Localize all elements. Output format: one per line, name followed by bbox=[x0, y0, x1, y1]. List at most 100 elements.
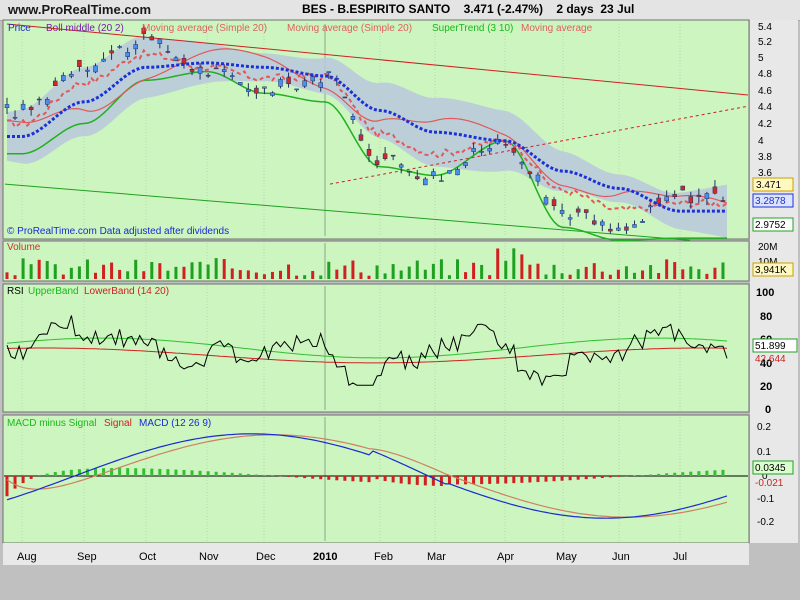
macd-histogram-bar bbox=[351, 476, 355, 482]
macd-histogram-bar bbox=[262, 475, 266, 476]
volume-bar bbox=[166, 270, 170, 279]
candle bbox=[77, 59, 82, 68]
volume-bar bbox=[13, 275, 17, 279]
macd-histogram-bar bbox=[496, 476, 500, 484]
volume-bar bbox=[375, 265, 379, 279]
x-tick-label: Sep bbox=[77, 551, 97, 563]
candle bbox=[254, 87, 259, 94]
candle bbox=[238, 82, 243, 85]
macd-histogram-bar bbox=[69, 469, 73, 476]
macd-histogram-bar bbox=[391, 476, 395, 483]
volume-tick: 20M bbox=[758, 242, 777, 253]
volume-bar bbox=[415, 260, 419, 279]
volume-bar bbox=[632, 272, 636, 279]
stock-chart[interactable]: Price Boll middle (20 2) Moving average … bbox=[0, 0, 800, 600]
macd-histogram-bar bbox=[592, 476, 596, 479]
candle bbox=[712, 186, 718, 194]
macd-histogram-bar bbox=[174, 469, 178, 476]
volume-bar bbox=[214, 258, 218, 279]
candle bbox=[543, 197, 549, 205]
volume-bar bbox=[657, 272, 661, 279]
volume-bar bbox=[641, 270, 645, 279]
candle bbox=[656, 197, 661, 205]
volume-bar bbox=[85, 259, 89, 279]
volume-bar bbox=[53, 264, 57, 279]
candle bbox=[704, 193, 710, 199]
rsi-tick: 100 bbox=[756, 287, 774, 299]
price-tick: 5.2 bbox=[758, 37, 772, 48]
volume-bar bbox=[238, 270, 242, 279]
volume-bar bbox=[102, 264, 106, 279]
macd-hist-title: MACD minus Signal bbox=[7, 418, 96, 429]
volume-bar bbox=[592, 263, 596, 279]
macd-histogram-bar bbox=[536, 476, 540, 483]
candle bbox=[374, 160, 380, 165]
volume-bar bbox=[705, 273, 709, 279]
macd-histogram-bar bbox=[504, 476, 508, 484]
macd-histogram-bar bbox=[303, 476, 307, 479]
candle bbox=[318, 82, 323, 88]
macd-histogram-bar bbox=[238, 473, 242, 476]
macd-title: MACD (12 26 9) bbox=[139, 418, 211, 429]
x-tick-label: Jul bbox=[673, 551, 687, 563]
candle bbox=[36, 98, 42, 101]
volume-bar bbox=[126, 271, 130, 279]
macd-histogram-bar bbox=[21, 476, 25, 484]
candle bbox=[286, 77, 291, 84]
macd-histogram-bar bbox=[206, 471, 210, 476]
legend-ma-2: Moving average (Simple 20) bbox=[287, 23, 412, 34]
candle bbox=[53, 80, 58, 87]
volume-bar bbox=[624, 266, 628, 279]
macd-histogram-bar bbox=[464, 476, 468, 485]
macd-histogram-bar bbox=[5, 476, 9, 497]
candle bbox=[310, 76, 315, 82]
candle bbox=[205, 74, 211, 77]
volume-bar bbox=[407, 266, 411, 279]
legend-price: Price bbox=[8, 23, 31, 34]
volume-bar bbox=[399, 270, 403, 279]
candle bbox=[197, 67, 203, 74]
macd-histogram-bar bbox=[657, 473, 661, 476]
rsi-lower-tag: 42.644 bbox=[755, 354, 786, 365]
volume-bar bbox=[142, 271, 146, 279]
macd-histogram-bar bbox=[110, 468, 114, 476]
candle bbox=[487, 148, 492, 152]
candle bbox=[551, 199, 557, 207]
volume-bar bbox=[616, 269, 620, 279]
candle bbox=[165, 51, 171, 53]
x-tick-label: 2010 bbox=[313, 551, 337, 563]
macd-histogram-bar bbox=[560, 476, 564, 481]
candle bbox=[640, 221, 645, 223]
candle bbox=[28, 106, 34, 111]
supertrend-last-tag: 2.9752 bbox=[755, 220, 786, 231]
macd-histogram-bar bbox=[246, 473, 250, 476]
volume-bar bbox=[198, 261, 202, 279]
macd-hist-tag: 0.0345 bbox=[755, 463, 786, 474]
volume-bar bbox=[552, 264, 556, 279]
macd-tick: 0.2 bbox=[757, 422, 771, 433]
candle bbox=[213, 67, 219, 70]
candle bbox=[423, 178, 428, 186]
candle bbox=[366, 149, 372, 156]
macd-histogram-bar bbox=[472, 476, 476, 485]
x-tick-label: May bbox=[556, 551, 577, 563]
volume-bar bbox=[351, 260, 355, 279]
legend-boll-middle: Boll middle (20 2) bbox=[46, 23, 124, 34]
volume-bar bbox=[665, 259, 669, 279]
macd-histogram-bar bbox=[456, 476, 460, 485]
macd-histogram-bar bbox=[230, 472, 234, 476]
rsi-tick: 0 bbox=[765, 404, 771, 416]
candle bbox=[125, 52, 130, 57]
candle bbox=[471, 148, 476, 152]
rsi-panel[interactable] bbox=[2, 283, 750, 413]
price-tick: 4.8 bbox=[758, 69, 772, 80]
rsi-tick: 20 bbox=[760, 381, 772, 393]
candle bbox=[575, 208, 581, 213]
volume-bar bbox=[295, 275, 299, 279]
volume-bar bbox=[673, 262, 677, 279]
rsi-upper-label: UpperBand bbox=[28, 286, 79, 297]
macd-histogram-bar bbox=[166, 469, 170, 476]
candle bbox=[117, 46, 122, 48]
volume-bar bbox=[536, 263, 540, 279]
rsi-upper-tag: 51.899 bbox=[755, 341, 786, 352]
